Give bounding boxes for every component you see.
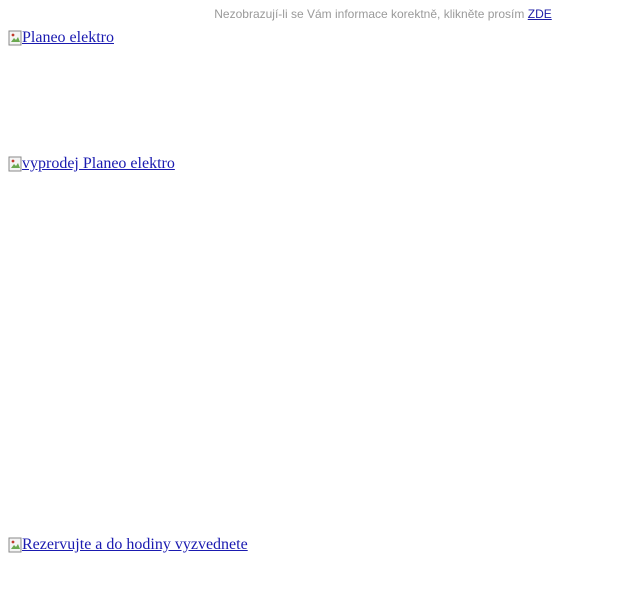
broken-image-icon (8, 30, 22, 46)
view-online-link[interactable]: ZDE (528, 7, 552, 21)
reserve-banner-link[interactable]: Rezervujte a do hodiny vyzvednete (8, 536, 248, 554)
sale-banner-alt-text: vyprodej Planeo elektro (22, 155, 175, 172)
reserve-banner-alt-text: Rezervujte a do hodiny vyzvednete (22, 536, 248, 553)
sale-banner-link[interactable]: vyprodej Planeo elektro (8, 155, 175, 173)
browser-view-notice: Nezobrazují-li se Vám informace korektně… (0, 7, 640, 21)
logo-link[interactable]: Planeo elektro (8, 29, 114, 47)
notice-text: Nezobrazují-li se Vám informace korektně… (214, 7, 525, 21)
broken-image-icon (8, 537, 22, 553)
logo-alt-text: Planeo elektro (22, 29, 114, 46)
broken-image-icon (8, 156, 22, 172)
